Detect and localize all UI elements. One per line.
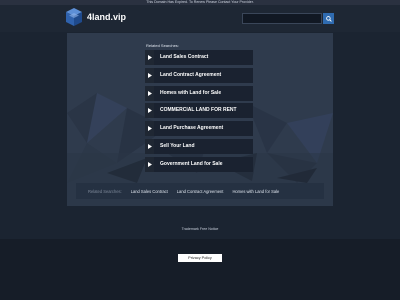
play-arrow-icon: [145, 67, 154, 83]
footer: [0, 239, 400, 300]
privacy-policy-button[interactable]: Privacy Policy: [178, 254, 222, 262]
play-arrow-icon: [145, 85, 154, 101]
related-link-label[interactable]: COMMERCIAL LAND FOR RENT: [154, 103, 253, 119]
bottom-related-label: Related Searches:: [88, 188, 122, 194]
header: [0, 5, 400, 32]
related-link[interactable]: Sell Your Land: [145, 138, 253, 154]
trademark-notice-link[interactable]: Trademark Free Notice: [0, 227, 400, 231]
cube-icon[interactable]: [66, 8, 82, 26]
bottom-related-link[interactable]: Homes with Land for Sale: [232, 189, 279, 194]
play-arrow-icon: [145, 156, 154, 172]
related-searches-label: Related Searches:: [146, 43, 179, 48]
play-arrow-icon: [145, 50, 154, 65]
related-link-label[interactable]: Land Purchase Agreement: [154, 121, 253, 137]
related-link-label[interactable]: Sell Your Land: [154, 138, 253, 154]
related-links-list: Land Sales Contract Land Contract Agreem…: [145, 50, 253, 175]
related-link-label[interactable]: Homes with Land for Sale: [154, 85, 253, 101]
related-link[interactable]: Government Land for Sale: [145, 156, 253, 172]
search-icon: [325, 15, 332, 22]
related-link[interactable]: Land Contract Agreement: [145, 67, 253, 83]
bottom-related-link[interactable]: Land Contract Agreement: [177, 189, 224, 194]
related-link[interactable]: COMMERCIAL LAND FOR RENT: [145, 103, 253, 119]
play-arrow-icon: [145, 103, 154, 119]
search-button[interactable]: [323, 13, 334, 24]
search-input[interactable]: [242, 13, 322, 24]
related-link-label[interactable]: Land Contract Agreement: [154, 67, 253, 83]
bottom-related-bar: Related Searches: Land Sales Contract La…: [76, 183, 324, 199]
related-link-label[interactable]: Government Land for Sale: [154, 156, 253, 172]
site-logo-text[interactable]: 4land.vip: [87, 10, 126, 24]
bottom-related-link[interactable]: Land Sales Contract: [131, 189, 168, 194]
play-arrow-icon: [145, 138, 154, 154]
related-link-label[interactable]: Land Sales Contract: [154, 50, 253, 65]
related-link[interactable]: Land Sales Contract: [145, 50, 253, 65]
related-link[interactable]: Land Purchase Agreement: [145, 121, 253, 137]
related-link[interactable]: Homes with Land for Sale: [145, 85, 253, 101]
play-arrow-icon: [145, 121, 154, 137]
main-panel: Related Searches: Land Sales Contract La…: [67, 33, 333, 206]
